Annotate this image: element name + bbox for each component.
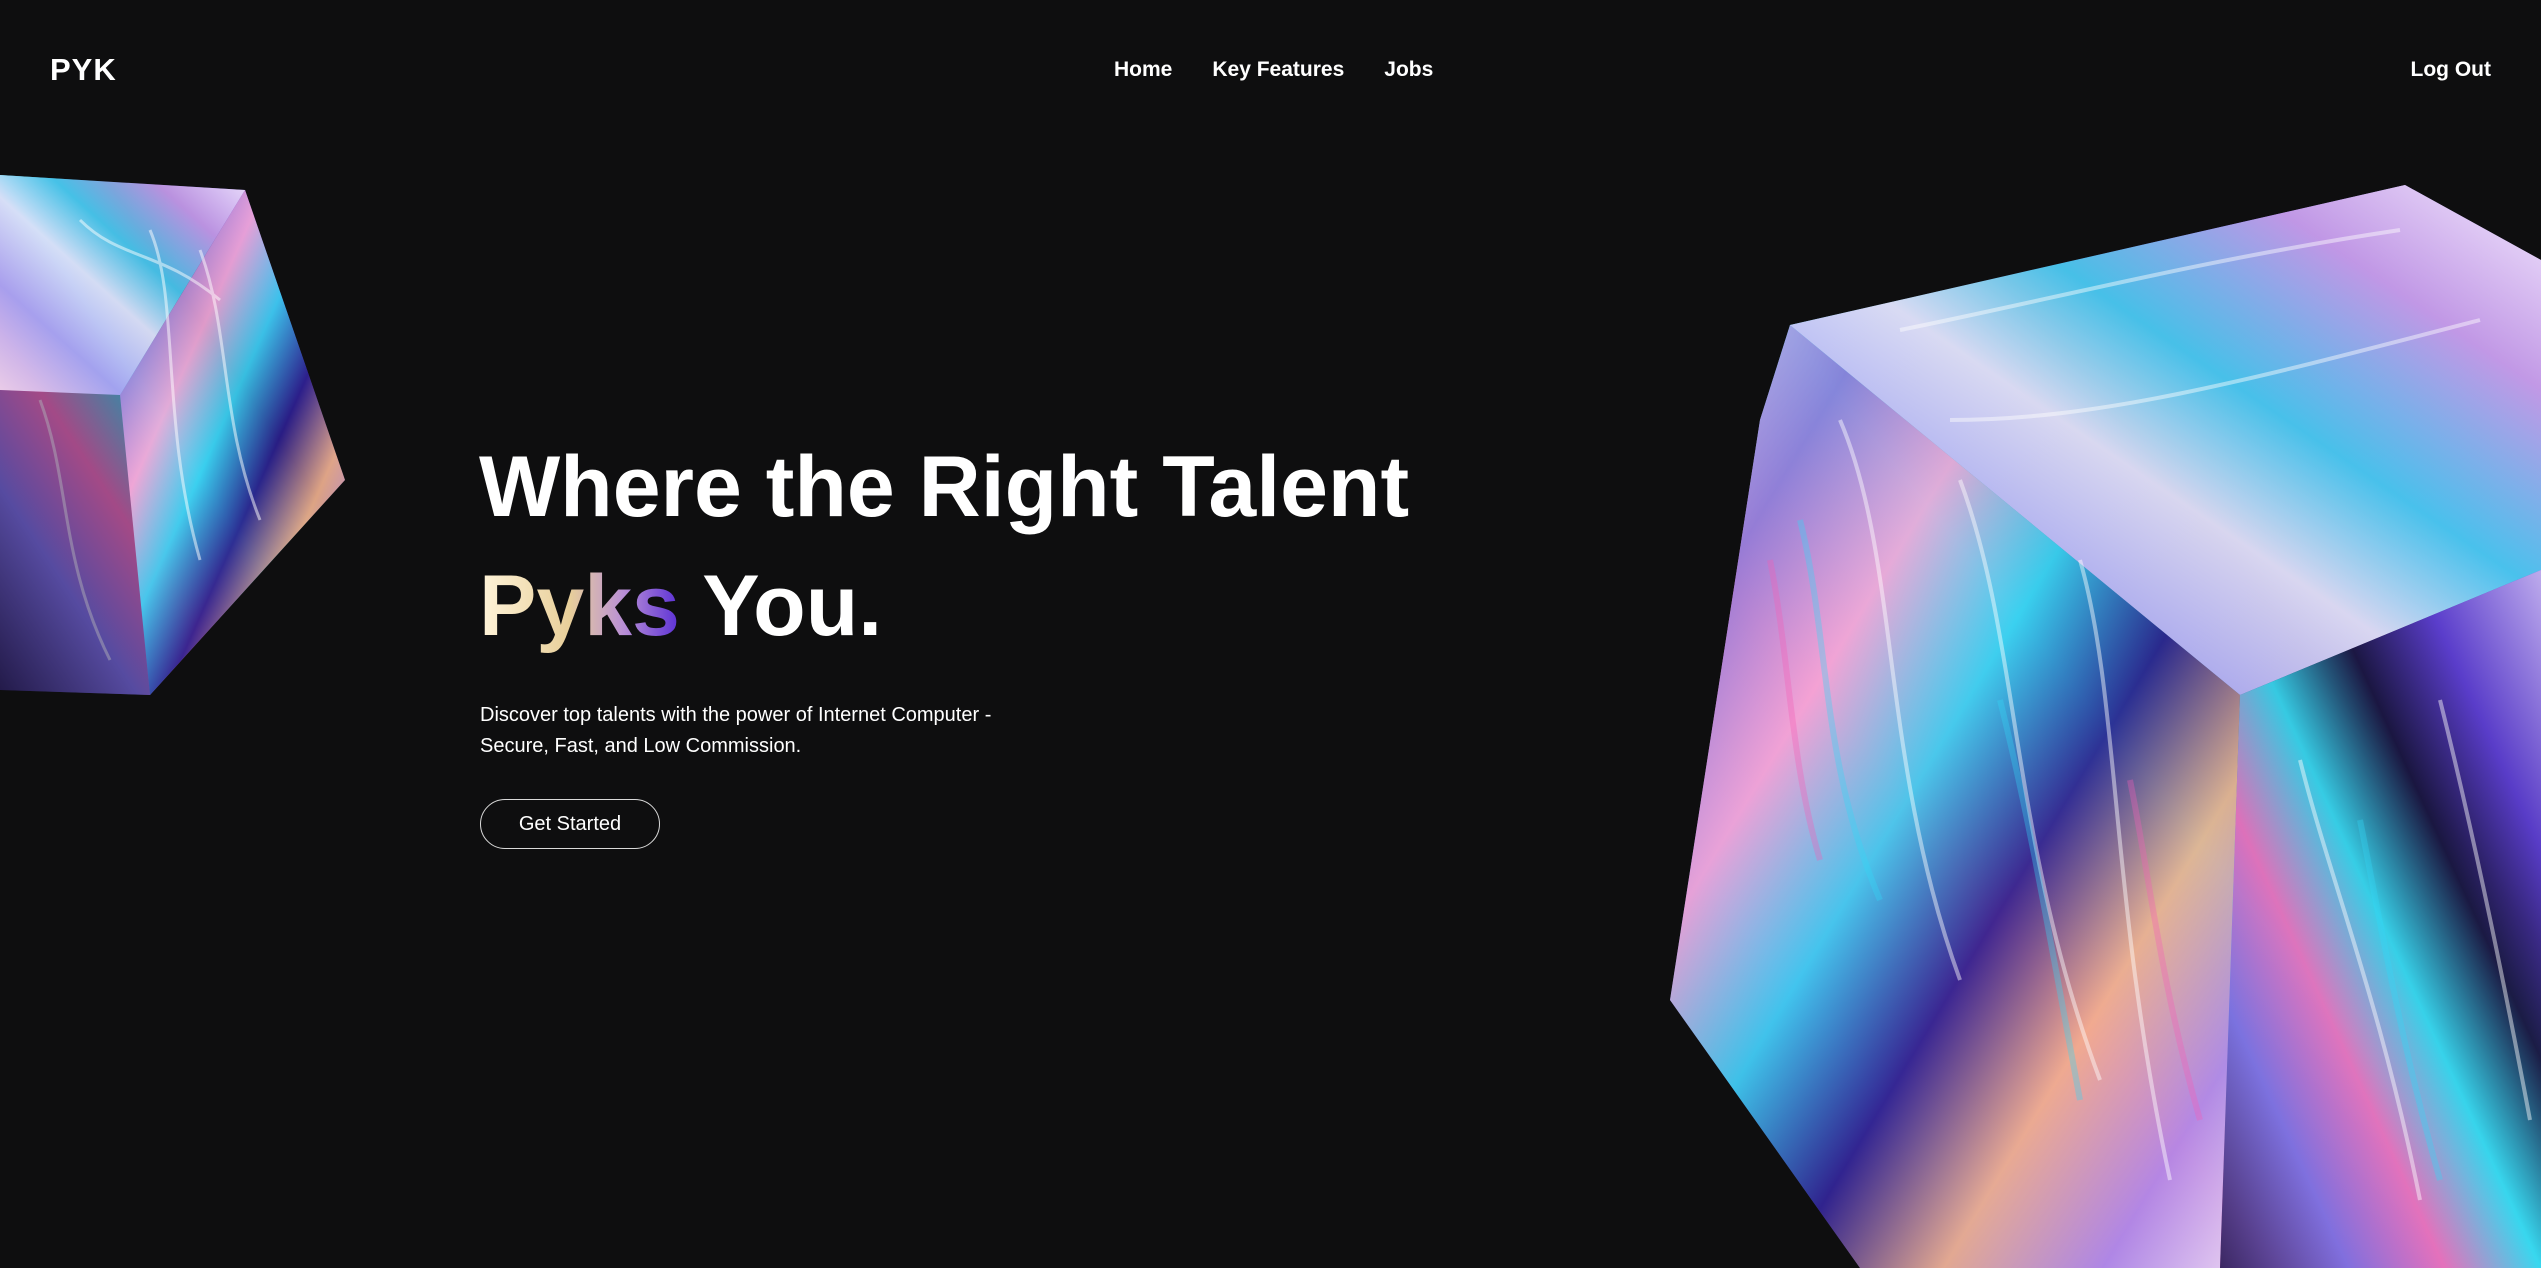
hero-title-rest: You. [679,558,883,654]
hero-title: Where the Right Talent Pyks You. [479,428,1409,666]
crystal-cube-right-icon [1670,185,2541,1268]
logo[interactable]: PYK [50,52,117,88]
landing-page: PYK Home Key Features Jobs Log Out Where… [0,0,2541,1268]
crystal-cube-left-icon [0,175,345,695]
main-nav: Home Key Features Jobs [1114,58,1433,82]
logout-link[interactable]: Log Out [2411,58,2491,82]
nav-item-home[interactable]: Home [1114,58,1172,82]
get-started-button[interactable]: Get Started [480,799,660,849]
nav-item-jobs[interactable]: Jobs [1384,58,1433,82]
hero-title-line1: Where the Right Talent [479,439,1410,535]
hero-description: Discover top talents with the power of I… [480,704,992,757]
hero-title-accent: Pyks [479,558,680,654]
nav-item-key-features[interactable]: Key Features [1212,58,1344,82]
